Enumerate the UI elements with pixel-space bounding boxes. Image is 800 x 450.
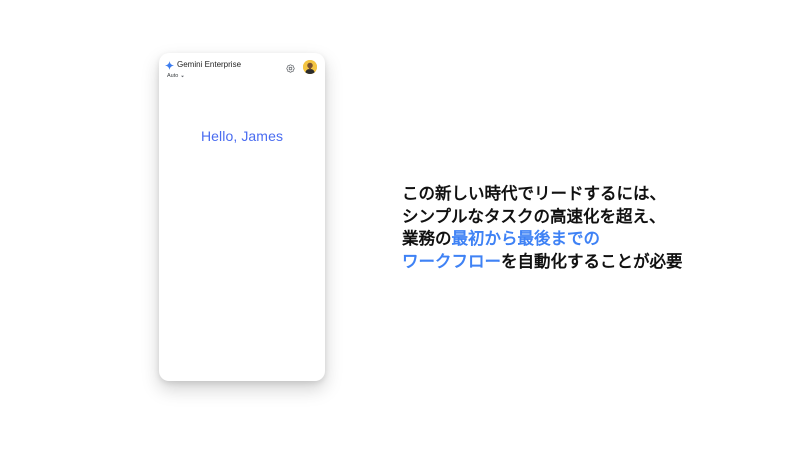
person-avatar-icon [303,60,317,74]
app-title: Gemini Enterprise [177,60,242,69]
model-selector[interactable]: Auto [167,72,185,80]
phone-mockup: Gemini Enterprise Auto Hello, James [159,53,325,381]
headline-line-4: ワークフローを自動化することが必要 [402,251,782,274]
app-header: Gemini Enterprise Auto [165,59,319,83]
settings-button[interactable] [285,63,295,73]
headline-line-1: この新しい時代でリードするには、 [402,184,666,203]
chevron-down-icon [181,75,185,77]
model-selector-label: Auto [167,73,179,79]
gemini-sparkle-icon [165,60,174,70]
headline-highlight-1: 最初から最後までの [451,229,601,248]
gear-icon [285,63,295,73]
slide: Gemini Enterprise Auto Hello, James この新し… [0,0,800,450]
headline-line-2: シンプルなタスクの高速化を超え、 [402,206,666,226]
headline-line-3-text: 業務の [402,229,452,248]
brand: Gemini Enterprise [165,59,241,71]
headline-line-4-text: を自動化することが必要 [501,251,683,271]
avatar[interactable] [303,60,317,74]
greeting: Hello, James [200,128,284,144]
headline-highlight-2: ワークフロー [402,251,501,271]
headline-line-3: 業務の最初から最後までの [402,228,782,251]
headline: この新しい時代でリードするには、 シンプルなタスクの高速化を超え、 業務の最初か… [402,183,782,273]
